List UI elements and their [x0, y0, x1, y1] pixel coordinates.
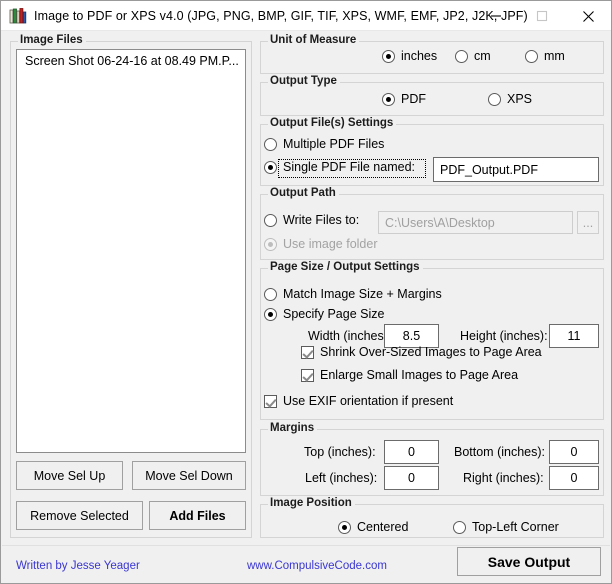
output-filename-input[interactable]: PDF_Output.PDF	[433, 157, 599, 182]
checkbox-shrink-oversized-label: Shrink Over-Sized Images to Page Area	[320, 345, 542, 359]
radio-position-top-left-label: Top-Left Corner	[472, 520, 559, 534]
output-file-settings-legend: Output File(s) Settings	[268, 117, 397, 129]
window-title: Image to PDF or XPS v4.0 (JPG, PNG, BMP,…	[34, 8, 528, 23]
move-sel-down-button[interactable]: Move Sel Down	[132, 461, 246, 490]
radio-mark-icon	[264, 160, 277, 174]
radio-specify-page-size-label: Specify Page Size	[283, 307, 385, 321]
margin-bottom-input[interactable]: 0	[549, 440, 599, 464]
maximize-icon	[519, 1, 565, 31]
window-controls	[473, 1, 611, 31]
radio-mark-icon	[453, 520, 466, 534]
radio-multiple-pdf-files-label: Multiple PDF Files	[283, 137, 385, 151]
radio-single-pdf-file-label: Single PDF File named:	[283, 160, 416, 174]
radio-match-image-size-label: Match Image Size + Margins	[283, 287, 442, 301]
margin-top-label: Top (inches):	[304, 445, 376, 459]
radio-mark-icon	[264, 237, 277, 251]
radio-use-image-folder-label: Use image folder	[283, 237, 378, 251]
output-path-legend: Output Path	[268, 187, 339, 199]
author-link[interactable]: Written by Jesse Yeager	[16, 560, 140, 572]
move-sel-up-button[interactable]: Move Sel Up	[16, 461, 123, 490]
radio-single-pdf-file[interactable]: Single PDF File named:	[264, 160, 415, 174]
output-path-input[interactable]: C:\Users\A\Desktop	[378, 211, 573, 234]
checkbox-enlarge-small-label: Enlarge Small Images to Page Area	[320, 368, 519, 382]
check-mark-icon	[264, 394, 277, 408]
browse-path-button[interactable]: ...	[577, 211, 599, 234]
radio-output-pdf[interactable]: PDF	[382, 92, 426, 106]
radio-use-image-folder[interactable]: Use image folder	[264, 237, 378, 251]
margin-top-input[interactable]: 0	[384, 440, 439, 464]
checkbox-use-exif-label: Use EXIF orientation if present	[283, 394, 454, 408]
height-label: Height (inches):	[460, 329, 548, 343]
check-mark-icon	[301, 368, 314, 382]
radio-mark-icon	[455, 49, 468, 63]
minimize-icon[interactable]	[473, 1, 519, 31]
margin-left-input[interactable]: 0	[384, 466, 439, 490]
radio-mark-icon	[525, 49, 538, 63]
radio-unit-inches-label: inches	[401, 49, 438, 63]
radio-position-centered-label: Centered	[357, 520, 409, 534]
margin-right-input[interactable]: 0	[549, 466, 599, 490]
checkbox-use-exif[interactable]: Use EXIF orientation if present	[264, 394, 453, 408]
checkbox-enlarge-small[interactable]: Enlarge Small Images to Page Area	[301, 368, 518, 382]
radio-mark-icon	[264, 213, 277, 227]
page-size-legend: Page Size / Output Settings	[268, 261, 423, 273]
unit-of-measure-legend: Unit of Measure	[268, 34, 360, 46]
output-type-legend: Output Type	[268, 75, 340, 87]
radio-mark-icon	[382, 92, 395, 106]
books-stack-icon	[9, 7, 27, 25]
radio-unit-mm[interactable]: mm	[525, 49, 565, 63]
close-icon[interactable]	[565, 1, 611, 31]
checkbox-shrink-oversized[interactable]: Shrink Over-Sized Images to Page Area	[301, 345, 542, 359]
list-item[interactable]: Screen Shot 06-24-16 at 08.49 PM.P...	[17, 50, 245, 70]
remove-selected-button[interactable]: Remove Selected	[16, 501, 143, 530]
radio-unit-inches[interactable]: inches	[382, 49, 437, 63]
radio-position-top-left[interactable]: Top-Left Corner	[453, 520, 559, 534]
radio-write-files-to[interactable]: Write Files to:	[264, 213, 359, 227]
image-files-list[interactable]: Screen Shot 06-24-16 at 08.49 PM.P...	[16, 49, 246, 453]
image-position-legend: Image Position	[268, 497, 355, 509]
title-bar: Image to PDF or XPS v4.0 (JPG, PNG, BMP,…	[1, 1, 611, 31]
radio-mark-icon	[264, 307, 277, 321]
width-label: Width (inches):	[308, 329, 392, 343]
add-files-button[interactable]: Add Files	[149, 501, 246, 530]
radio-unit-cm-label: cm	[474, 49, 491, 63]
margin-bottom-label: Bottom (inches):	[454, 445, 546, 459]
margin-right-label: Right (inches):	[463, 471, 544, 485]
output-type-group: Output Type	[260, 75, 604, 116]
website-link[interactable]: www.CompulsiveCode.com	[247, 560, 387, 572]
height-input[interactable]: 11	[549, 324, 599, 348]
save-output-button[interactable]: Save Output	[457, 547, 601, 576]
radio-mark-icon	[264, 137, 277, 151]
radio-unit-cm[interactable]: cm	[455, 49, 491, 63]
radio-match-image-size[interactable]: Match Image Size + Margins	[264, 287, 442, 301]
radio-mark-icon	[488, 92, 501, 106]
radio-specify-page-size[interactable]: Specify Page Size	[264, 307, 384, 321]
radio-output-xps-label: XPS	[507, 92, 533, 106]
margin-left-label: Left (inches):	[305, 471, 378, 485]
radio-output-pdf-label: PDF	[401, 92, 426, 106]
image-files-legend: Image Files	[18, 34, 86, 46]
radio-mark-icon	[264, 287, 277, 301]
radio-position-centered[interactable]: Centered	[338, 520, 408, 534]
check-mark-icon	[301, 345, 314, 359]
radio-multiple-pdf-files[interactable]: Multiple PDF Files	[264, 137, 384, 151]
radio-output-xps[interactable]: XPS	[488, 92, 532, 106]
radio-mark-icon	[382, 49, 395, 63]
radio-write-files-to-label: Write Files to:	[283, 213, 360, 227]
margins-legend: Margins	[268, 422, 318, 434]
application-window: Image to PDF or XPS v4.0 (JPG, PNG, BMP,…	[0, 0, 612, 584]
radio-mark-icon	[338, 520, 351, 534]
radio-unit-mm-label: mm	[544, 49, 565, 63]
